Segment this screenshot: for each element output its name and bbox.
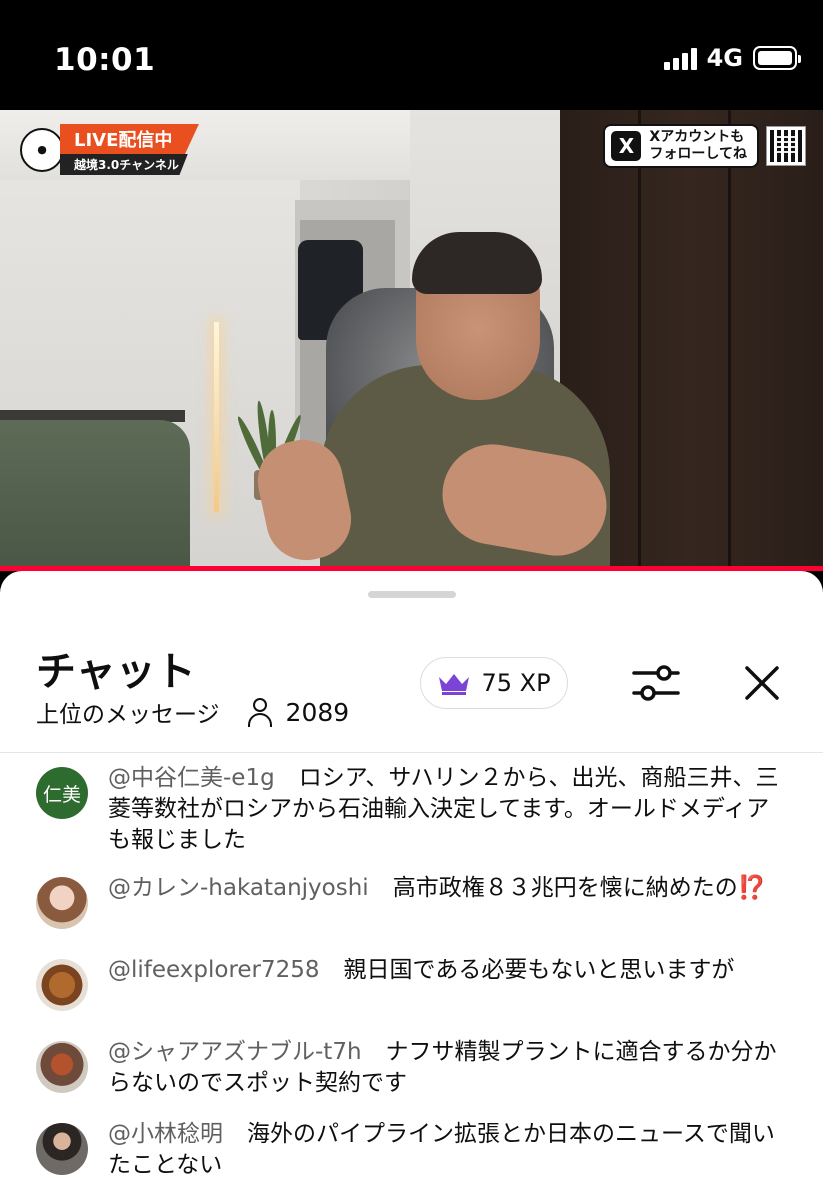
xp-button[interactable]: 75 XP [420, 657, 568, 709]
signal-icon [663, 46, 697, 70]
message-body: @中谷仁美-e1g ロシア、サハリン２から、出光、商船三井、三菱等数社がロシアから… [108, 763, 788, 856]
avatar[interactable]: 仁美 [36, 767, 88, 819]
avatar[interactable] [36, 1041, 88, 1093]
message-body: @カレン-hakatanjyoshi 高市政権８３兆円を懐に納めたの⁉️ [108, 873, 788, 904]
status-bar: 10:01 4G [0, 0, 823, 110]
channel-avatar: ● [20, 127, 64, 172]
live-badge: ● LIVE配信中 越境3.0チャンネル [20, 124, 199, 175]
message-author[interactable]: @小林稔明 [108, 1121, 223, 1147]
avatar[interactable] [36, 959, 88, 1011]
video-scene-lamp [214, 322, 219, 512]
x-follow-banner: X Xアカウントも フォローしてね [603, 124, 806, 168]
x-logo-icon: X [611, 131, 642, 161]
chat-subheader: 上位のメッセージ 2089 [36, 695, 349, 729]
message-author[interactable]: @lifeexplorer7258 [108, 957, 320, 983]
drag-handle[interactable] [368, 591, 456, 598]
chat-mode-dropdown[interactable]: 上位のメッセージ [36, 695, 220, 729]
x-follow-line2: フォローしてね [649, 146, 747, 162]
status-indicators: 4G [663, 44, 801, 72]
network-label: 4G [706, 44, 743, 72]
person-icon [246, 696, 274, 728]
live-video[interactable]: ● LIVE配信中 越境3.0チャンネル X Xアカウントも フォローしてね [0, 110, 823, 570]
message-author[interactable]: @シャアアズナブル-t7h [108, 1039, 362, 1065]
avatar-initials: 仁美 [42, 783, 81, 806]
xp-label: 75 XP [481, 669, 551, 697]
x-follow-line1: Xアカウントも [649, 129, 745, 145]
close-icon[interactable] [738, 659, 786, 707]
video-scene-bed [0, 420, 190, 570]
viewer-count: 2089 [285, 697, 350, 727]
x-follow-pill: X Xアカウントも フォローしてね [603, 124, 759, 168]
message-author[interactable]: @中谷仁美-e1g [108, 765, 275, 791]
avatar[interactable] [36, 1123, 88, 1175]
interrobang-emoji: ⁉️ [737, 875, 767, 901]
message-body: @lifeexplorer7258 親日国である必要もないと思いますが [108, 955, 788, 986]
qr-code-icon [766, 126, 806, 166]
chat-panel: チャット 上位のメッセージ 2089 75 XP 仁美 @中谷仁美-e1g ロシア… [0, 571, 823, 1200]
video-scene-person-hair [412, 232, 542, 294]
battery-icon [753, 46, 801, 70]
crown-icon [439, 674, 470, 695]
status-time: 10:01 [54, 42, 156, 78]
chat-title: チャット [36, 649, 196, 695]
message-text: 高市政権８３兆円を懐に納めたの [392, 875, 738, 901]
message-body: @シャアアズナブル-t7h ナフサ精製プラントに適合するか分からないのでスポット契… [108, 1037, 788, 1099]
message-text: 親日国である必要もないと思いますが [343, 957, 735, 983]
message-body: @小林稔明 海外のパイプライン拡張とか日本のニュースで聞いたことない [108, 1119, 788, 1181]
channel-label: 越境3.0チャンネル [60, 154, 188, 175]
live-label: LIVE配信中 [60, 124, 199, 154]
chat-divider [0, 752, 823, 753]
message-author[interactable]: @カレン-hakatanjyoshi [108, 875, 369, 901]
x-follow-text: Xアカウントも フォローしてね [649, 129, 747, 163]
avatar[interactable] [36, 877, 88, 929]
filter-settings-icon[interactable] [630, 659, 682, 707]
live-tag: LIVE配信中 越境3.0チャンネル [60, 124, 199, 175]
